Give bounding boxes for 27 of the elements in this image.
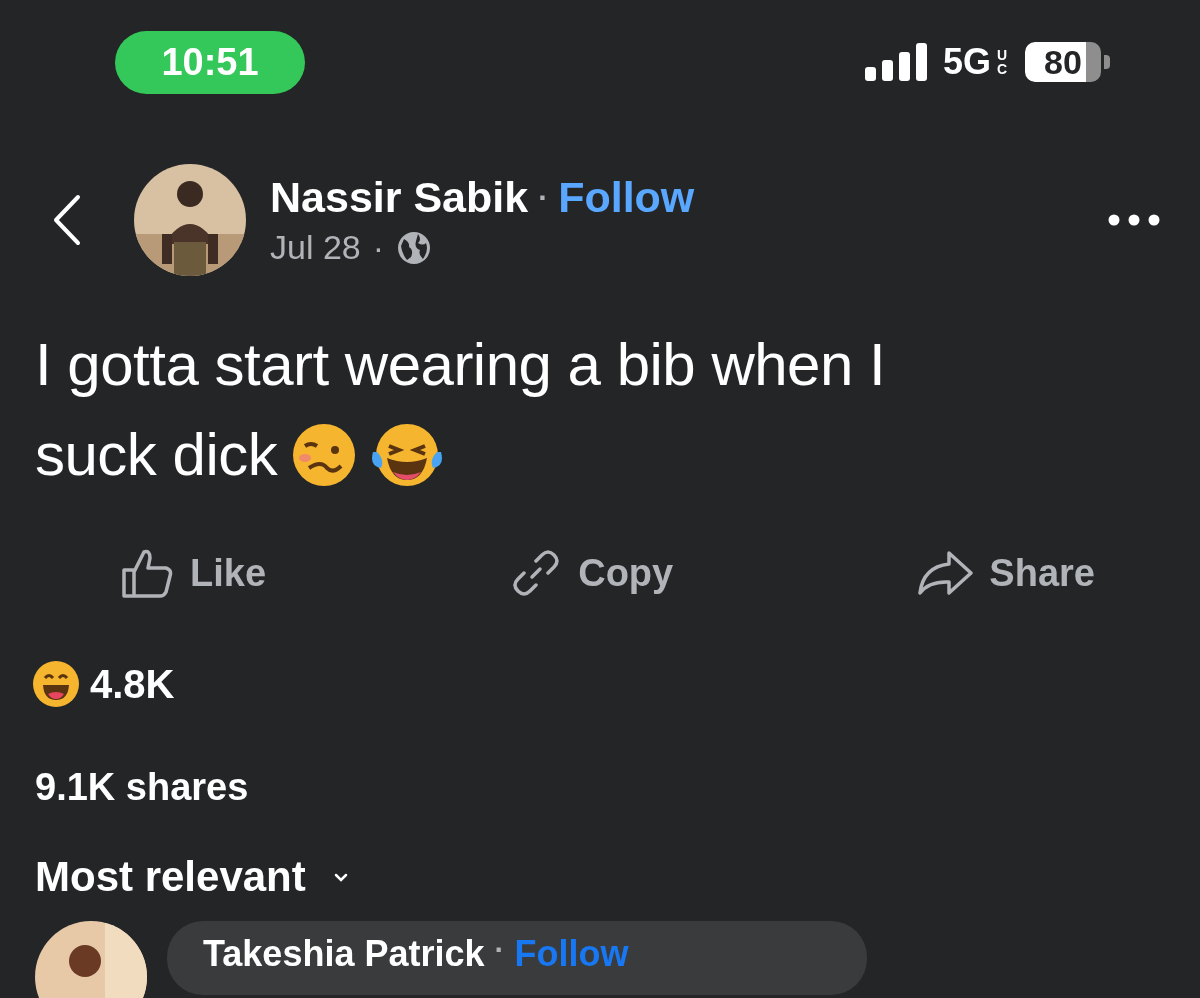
follow-link[interactable]: Follow [558, 173, 695, 222]
author-name[interactable]: Nassir Sabik [270, 173, 529, 222]
network-sub-label: UC [997, 48, 1009, 76]
separator-dot: · [494, 933, 505, 967]
globe-icon [396, 229, 433, 266]
commenter-name[interactable]: Takeshia Patrick [203, 933, 485, 975]
back-icon[interactable] [52, 194, 82, 246]
like-button[interactable]: Like [120, 546, 267, 600]
signal-icon [864, 43, 927, 81]
post-text: I gotta start wearing a bib when I [35, 330, 886, 400]
status-time: 10:51 [115, 30, 305, 94]
sort-dropdown[interactable]: Most relevant [0, 809, 348, 901]
post-date: Jul 28 [270, 228, 361, 267]
shares-count[interactable]: 9.1K shares [0, 708, 1200, 809]
copy-button[interactable]: Copy [510, 546, 674, 600]
reaction-count[interactable]: 4.8K [90, 661, 175, 707]
chevron-down-icon [333, 872, 348, 882]
separator-dot: · [372, 228, 385, 267]
separator-dot: · [538, 180, 549, 215]
share-arrow-icon [917, 549, 974, 597]
grinning-face-icon [32, 660, 80, 708]
laughing-face-icon [371, 422, 444, 488]
post-text: suck dick [35, 420, 278, 490]
network-label: 5G [942, 41, 991, 83]
share-button[interactable]: Share [917, 546, 1095, 600]
woozy-face-icon [291, 422, 358, 488]
more-icon[interactable] [1108, 214, 1160, 226]
